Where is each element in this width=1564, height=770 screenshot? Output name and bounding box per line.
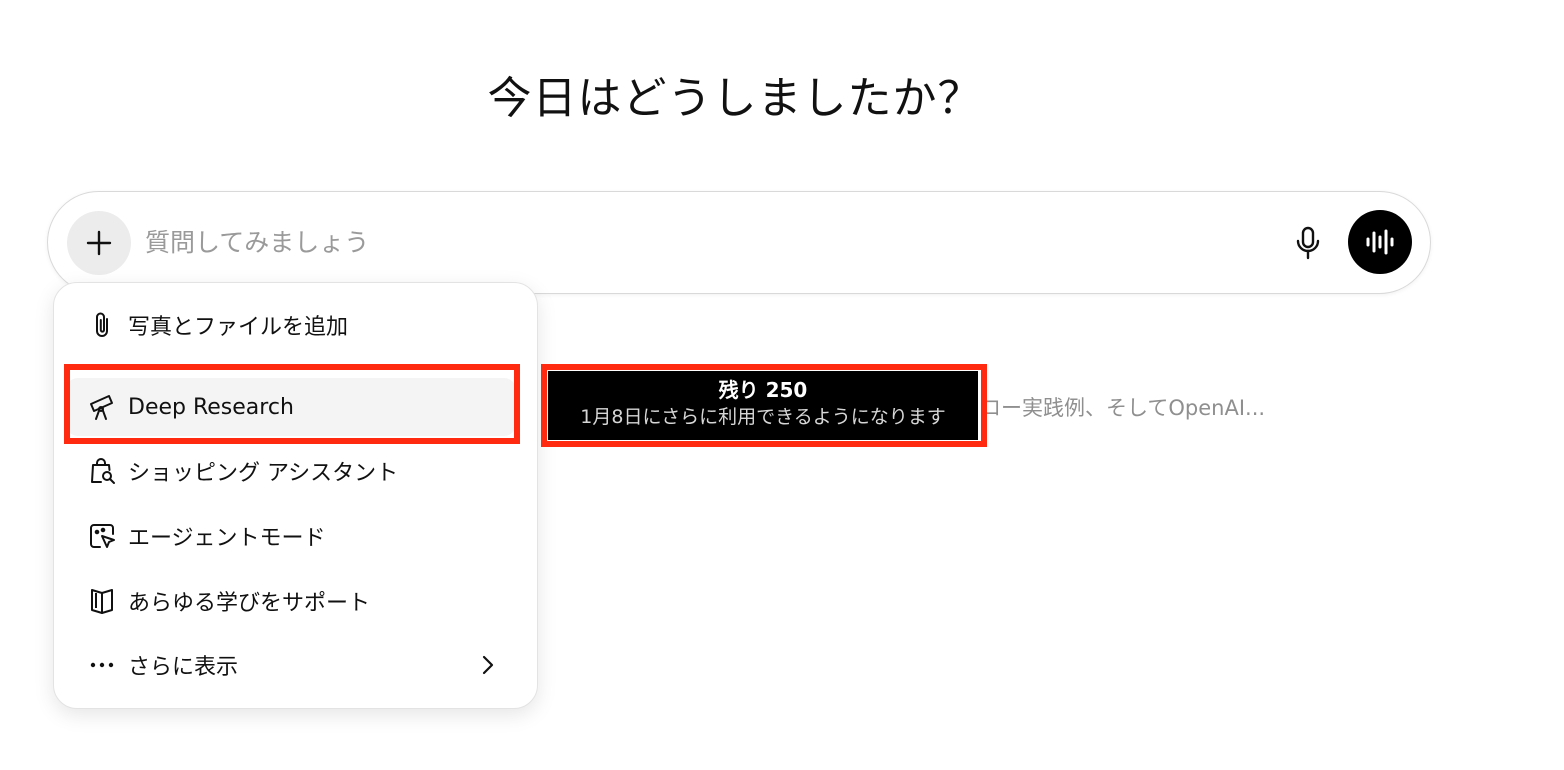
page: 今日はどうしましたか？ ロー実践例、そしてOpenAI... [0, 0, 1564, 770]
tooltip-remaining: 残り 250 [718, 378, 808, 402]
menu-item-deep-research[interactable]: Deep Research [66, 378, 516, 436]
plus-icon [86, 230, 112, 256]
menu-item-label: 写真とファイルを追加 [128, 315, 349, 340]
menu-item-study-support[interactable]: あらゆる学びをサポート [66, 572, 516, 630]
background-suggestion-text: ロー実践例、そしてOpenAI... [980, 396, 1266, 420]
tooltip-reset-note: 1月8日にさらに利用できるようになります [580, 406, 946, 428]
menu-item-label: Deep Research [128, 394, 294, 420]
voice-wave-icon [1366, 229, 1394, 255]
attachment-menu: 写真とファイルを追加 Deep Research ショッピング アシスタント エ… [53, 282, 538, 709]
menu-item-label: さらに表示 [128, 655, 239, 680]
menu-item-label: ショッピング アシスタント [128, 461, 399, 486]
add-attachment-button[interactable] [67, 211, 131, 275]
book-icon [82, 581, 122, 621]
agent-cursor-icon [82, 516, 122, 556]
usage-tooltip: 残り 250 1月8日にさらに利用できるようになります [548, 371, 978, 440]
paperclip-icon [82, 305, 122, 345]
telescope-icon [82, 387, 122, 427]
chevron-right-icon [482, 655, 494, 675]
menu-item-add-files[interactable]: 写真とファイルを追加 [66, 296, 516, 354]
menu-item-agent-mode[interactable]: エージェントモード [66, 507, 516, 565]
voice-mode-button[interactable] [1348, 210, 1412, 274]
dictate-button[interactable] [1285, 220, 1331, 266]
menu-item-label: あらゆる学びをサポート [128, 591, 371, 616]
microphone-icon [1296, 226, 1320, 260]
menu-item-shopping-assistant[interactable]: ショッピング アシスタント [66, 442, 516, 500]
menu-item-label: エージェントモード [128, 526, 326, 551]
menu-item-show-more[interactable]: さらに表示 [66, 636, 516, 694]
prompt-input[interactable] [145, 192, 1225, 293]
ellipsis-icon [82, 645, 122, 685]
shopping-bag-search-icon [82, 451, 122, 491]
composer [47, 191, 1431, 294]
page-heading: 今日はどうしましたか？ [487, 73, 983, 124]
